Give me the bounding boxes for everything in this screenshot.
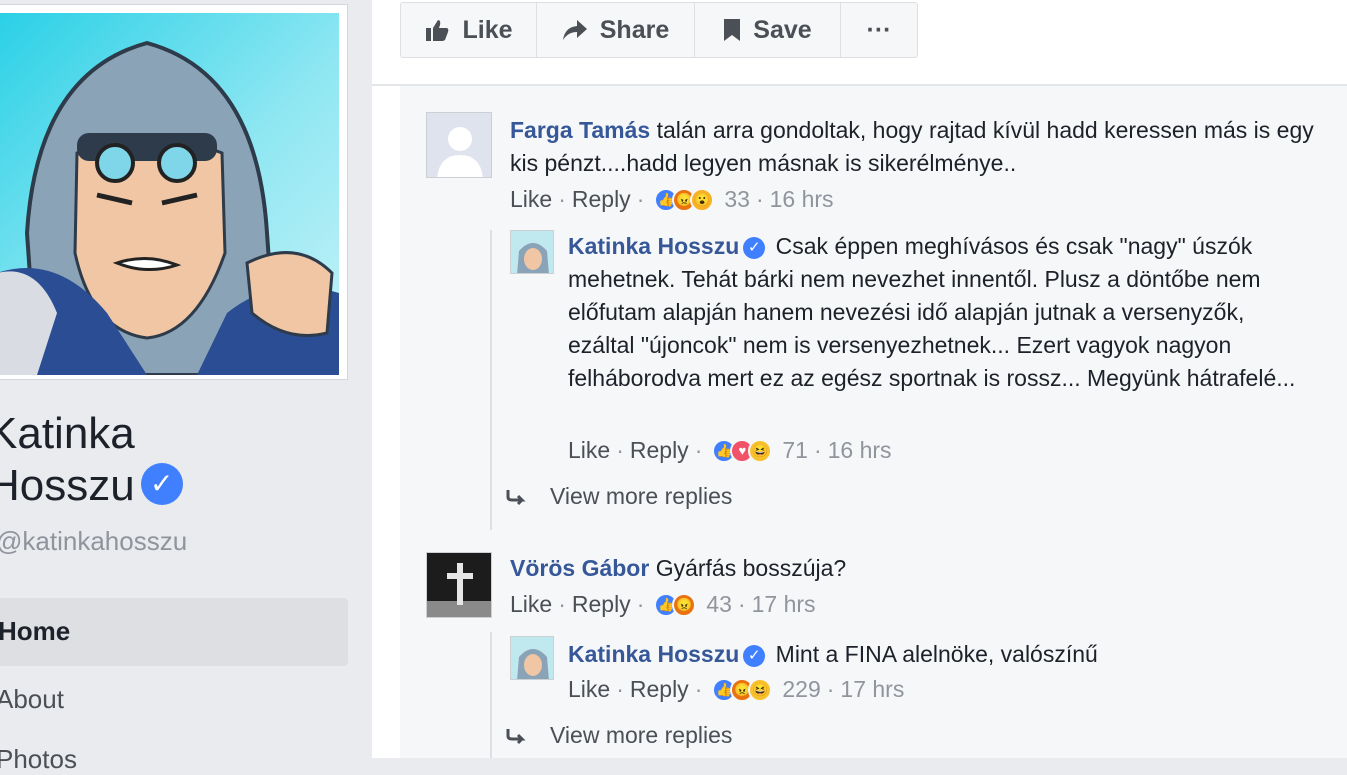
reaction-count: 229 xyxy=(782,676,821,702)
comment-meta: Like · Reply · 👍 😠 😮 33 · 16 hrs xyxy=(510,186,834,213)
commenter-avatar[interactable] xyxy=(426,552,492,618)
commenter-avatar[interactable] xyxy=(426,112,492,178)
like-button-label: Like xyxy=(462,15,513,44)
separator-dot: · xyxy=(813,437,822,463)
hooded-avatar-icon xyxy=(511,231,553,273)
page-username: @katinkahosszu xyxy=(0,526,188,556)
comment-section: Farga Tamás talán arra gondoltak, hogy r… xyxy=(400,86,1347,758)
reaction-count: 33 xyxy=(724,186,750,212)
page-title-line2: Hosszu xyxy=(0,461,135,510)
share-button-label: Share xyxy=(599,15,670,44)
sidebar-item-about[interactable]: About xyxy=(0,684,64,715)
profile-picture-frame[interactable] xyxy=(0,4,348,380)
comment-reply-link[interactable]: Reply xyxy=(572,591,631,618)
cross-image-icon xyxy=(427,553,491,617)
view-more-replies-link[interactable]: View more replies xyxy=(506,483,732,510)
like-button[interactable]: Like xyxy=(401,3,537,57)
separator-dot: · xyxy=(737,591,746,617)
separator-dot: · xyxy=(616,676,624,702)
separator-dot: · xyxy=(694,437,703,463)
save-button[interactable]: Save xyxy=(695,3,841,57)
haha-reaction-icon: 😆 xyxy=(748,438,773,463)
comment-author[interactable]: Vörös Gábor xyxy=(510,555,649,581)
separator-dot: · xyxy=(636,186,645,212)
reply-reply-link[interactable]: Reply xyxy=(630,437,689,464)
profile-sidebar: Katinka Hosszu ✓ @katinkahosszu Home Abou… xyxy=(0,0,372,774)
comment-text: Gyárfás bosszúja? xyxy=(655,555,847,581)
reply-like-link[interactable]: Like xyxy=(568,437,610,464)
reaction-count: 71 xyxy=(782,437,808,463)
hooded-swimmer-illustration xyxy=(0,40,339,375)
thumbs-up-icon xyxy=(426,20,449,41)
save-button-label: Save xyxy=(753,15,812,44)
more-options-button[interactable]: ··· xyxy=(841,3,917,57)
page-title[interactable]: Katinka Hosszu ✓ xyxy=(0,408,183,512)
reply-meta: Like · Reply · 👍 😠 😆 229 · 17 hrs xyxy=(568,676,904,703)
reactions-summary[interactable]: 👍 😠 😆 xyxy=(712,677,773,702)
view-more-replies-label: View more replies xyxy=(550,722,733,748)
separator-dot: · xyxy=(755,186,764,212)
haha-reaction-icon: 😆 xyxy=(748,677,773,702)
separator-dot: · xyxy=(616,437,624,463)
profile-picture xyxy=(0,13,339,375)
reply-text-block: Katinka Hosszu ✓ Csak éppen meghívásos és… xyxy=(568,230,1308,395)
comment-reply-link[interactable]: Reply xyxy=(572,186,631,213)
reply-reply-link[interactable]: Reply xyxy=(630,676,689,703)
default-person-icon xyxy=(427,113,491,177)
reply-text: Mint a FINA alelnöke, valószínű xyxy=(775,641,1098,667)
more-dots-icon: ··· xyxy=(866,15,892,44)
reactions-summary[interactable]: 👍 😠 😮 xyxy=(654,187,715,212)
view-more-replies-link[interactable]: View more replies xyxy=(506,722,732,749)
separator-dot: · xyxy=(694,676,703,702)
separator-dot: · xyxy=(636,591,645,617)
reply-arrow-icon xyxy=(506,489,526,505)
reply-avatar[interactable] xyxy=(510,636,554,680)
post-action-bar: Like Share Save ··· xyxy=(400,2,918,58)
sidebar-item-home[interactable]: Home xyxy=(0,598,348,666)
reactions-summary[interactable]: 👍 ♥ 😆 xyxy=(712,438,773,463)
reply-timestamp[interactable]: 16 hrs xyxy=(828,437,892,464)
reactions-summary[interactable]: 👍 😠 xyxy=(654,592,697,617)
reply-thread-line xyxy=(490,632,492,758)
wow-reaction-icon: 😮 xyxy=(690,187,715,212)
reply-text-block: Katinka Hosszu ✓ Mint a FINA alelnöke, va… xyxy=(568,638,1308,671)
reply-avatar[interactable] xyxy=(510,230,554,274)
comment-timestamp[interactable]: 16 hrs xyxy=(770,186,834,213)
comment-like-link[interactable]: Like xyxy=(510,591,552,618)
comment-text-block: Vörös Gábor Gyárfás bosszúja? xyxy=(510,552,1330,585)
comment-text-block: Farga Tamás talán arra gondoltak, hogy r… xyxy=(510,114,1330,180)
reply-thread-line xyxy=(490,230,492,530)
reply-author[interactable]: Katinka Hosszu xyxy=(568,233,739,259)
share-arrow-icon xyxy=(562,20,587,40)
reply-author[interactable]: Katinka Hosszu xyxy=(568,641,739,667)
page-title-line1: Katinka xyxy=(0,409,135,458)
view-more-replies-label: View more replies xyxy=(550,483,733,509)
verified-check-icon: ✓ xyxy=(743,237,766,259)
sidebar-item-photos[interactable]: Photos xyxy=(0,744,77,775)
separator-dot: · xyxy=(558,591,566,617)
verified-check-icon: ✓ xyxy=(743,645,766,667)
reaction-count: 43 xyxy=(706,591,732,617)
bookmark-icon xyxy=(724,19,741,41)
share-button[interactable]: Share xyxy=(537,3,695,57)
reply-arrow-icon xyxy=(506,728,526,744)
comment-author[interactable]: Farga Tamás xyxy=(510,117,650,143)
reply-meta: Like · Reply · 👍 ♥ 😆 71 · 16 hrs xyxy=(568,437,892,464)
separator-dot: · xyxy=(558,186,566,212)
angry-reaction-icon: 😠 xyxy=(672,592,697,617)
comment-meta: Like · Reply · 👍 😠 43 · 17 hrs xyxy=(510,591,816,618)
comment-like-link[interactable]: Like xyxy=(510,186,552,213)
hooded-avatar-icon xyxy=(511,637,553,679)
verified-check-icon: ✓ xyxy=(140,463,183,506)
comment-timestamp[interactable]: 17 hrs xyxy=(752,591,816,618)
reply-like-link[interactable]: Like xyxy=(568,676,610,703)
reply-timestamp[interactable]: 17 hrs xyxy=(840,676,904,703)
post-panel: Like Share Save ··· Farga Tamás talán ar… xyxy=(372,0,1347,758)
separator-dot: · xyxy=(826,676,835,702)
